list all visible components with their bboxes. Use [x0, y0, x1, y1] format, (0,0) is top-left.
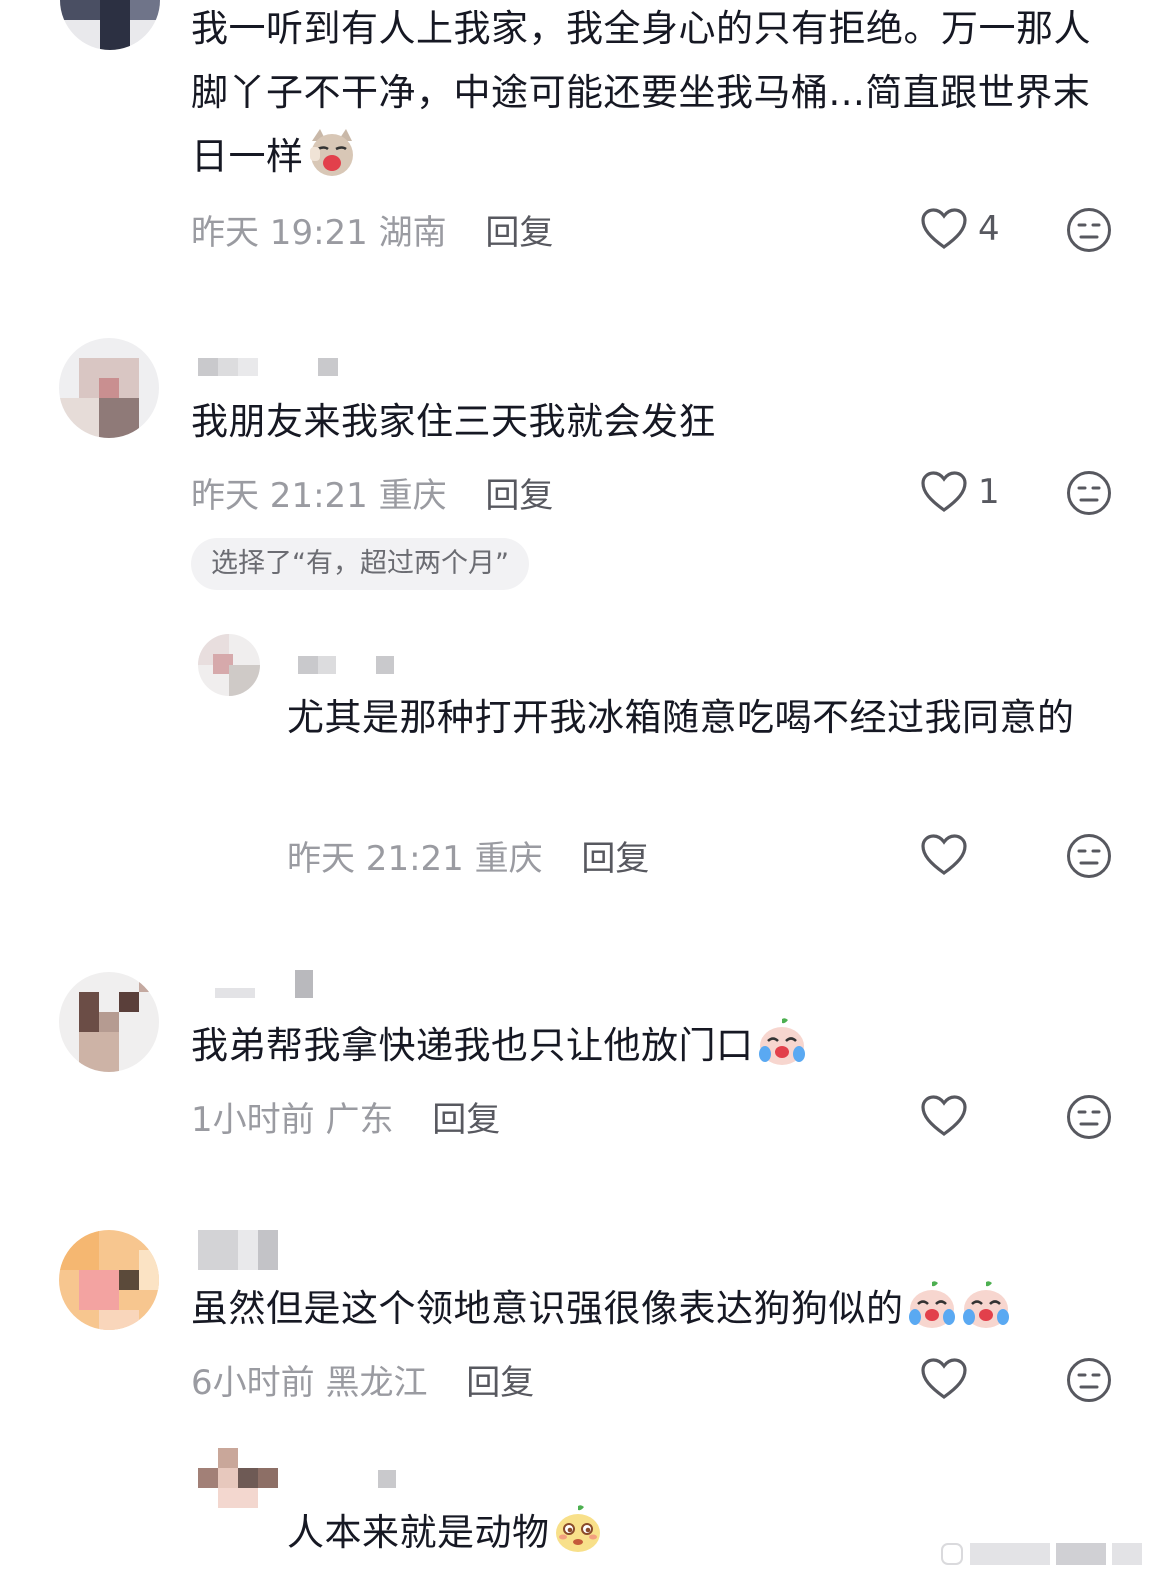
reply-button[interactable]: 回复 [581, 839, 649, 879]
avatar[interactable] [59, 1230, 159, 1330]
comment-time: 昨天 19:21 [191, 213, 368, 253]
comment-text: 我朋友来我家住三天我就会发狂 [191, 400, 716, 443]
comment-text: 尤其是那种打开我冰箱随意吃喝不经过我同意的 [287, 696, 1075, 739]
comment-location: 黑龙江 [325, 1363, 428, 1403]
poll-choice-tag: 选择了“有，超过两个月” [191, 538, 529, 590]
comment-location: 重庆 [378, 476, 447, 516]
comment-time: 6小时前 [191, 1363, 315, 1403]
neutral-face-icon[interactable] [1066, 470, 1112, 516]
username[interactable] [378, 1470, 396, 1488]
smug-face-emoji [555, 1505, 600, 1552]
comment-time: 昨天 21:21 [191, 476, 368, 516]
comment-text: 虽然但是这个领地意识强很像表达狗狗似的 [191, 1277, 1121, 1341]
crying-face-emoji [908, 1281, 955, 1328]
avatar[interactable] [198, 634, 260, 696]
crying-face-emoji [962, 1281, 1009, 1328]
avatar[interactable] [60, 0, 160, 50]
comment-meta: 昨天 21:21 重庆 回复 [287, 831, 649, 880]
reply-button[interactable]: 回复 [485, 213, 553, 253]
comment-meta: 昨天 19:21 湖南 回复 [191, 205, 553, 254]
watermark-logo-icon [941, 1543, 963, 1565]
reply-button[interactable]: 回复 [466, 1363, 534, 1403]
like-button[interactable]: 4 [920, 207, 1000, 251]
like-button[interactable] [920, 1094, 968, 1138]
comment-text: 我弟帮我拿快递我也只让他放门口 [191, 1014, 1121, 1078]
reply-button[interactable]: 回复 [485, 476, 553, 516]
neutral-face-icon[interactable] [1066, 833, 1112, 879]
comment-location: 重庆 [474, 839, 543, 879]
username[interactable] [198, 1230, 278, 1270]
comment-time: 1小时前 [191, 1100, 315, 1140]
comment-meta: 1小时前 广东 回复 [191, 1092, 500, 1141]
like-count: 1 [978, 472, 1000, 512]
cat-yawning-emoji [309, 129, 353, 176]
avatar[interactable] [59, 338, 159, 438]
watermark [940, 1542, 1142, 1566]
avatar[interactable] [198, 1448, 278, 1528]
neutral-face-icon[interactable] [1066, 1094, 1112, 1140]
heart-outline-icon [921, 834, 967, 875]
heart-outline-icon [921, 208, 967, 249]
comment-text: 我一听到有人上我家，我全身心的只有拒绝。万一那人脚丫子不干净，中途可能还要坐我马… [191, 7, 1091, 178]
like-button[interactable]: 1 [920, 470, 1000, 514]
like-button[interactable] [920, 1357, 968, 1401]
neutral-face-icon[interactable] [1066, 207, 1112, 253]
like-count: 4 [978, 209, 1000, 249]
like-button[interactable] [920, 833, 968, 877]
username[interactable] [215, 970, 313, 998]
avatar[interactable] [59, 972, 159, 1072]
neutral-face-icon[interactable] [1066, 1357, 1112, 1403]
username[interactable] [198, 358, 338, 376]
comment-time: 昨天 21:21 [287, 839, 464, 879]
reply-button[interactable]: 回复 [432, 1100, 500, 1140]
comment-location: 湖南 [378, 213, 447, 253]
heart-outline-icon [921, 471, 967, 512]
username[interactable] [298, 656, 394, 674]
comment-location: 广东 [325, 1100, 394, 1140]
comment-meta: 昨天 21:21 重庆 回复 [191, 468, 553, 517]
crying-face-emoji [758, 1018, 805, 1065]
comment-meta: 6小时前 黑龙江 回复 [191, 1355, 534, 1404]
heart-outline-icon [921, 1358, 967, 1399]
heart-outline-icon [921, 1095, 967, 1136]
